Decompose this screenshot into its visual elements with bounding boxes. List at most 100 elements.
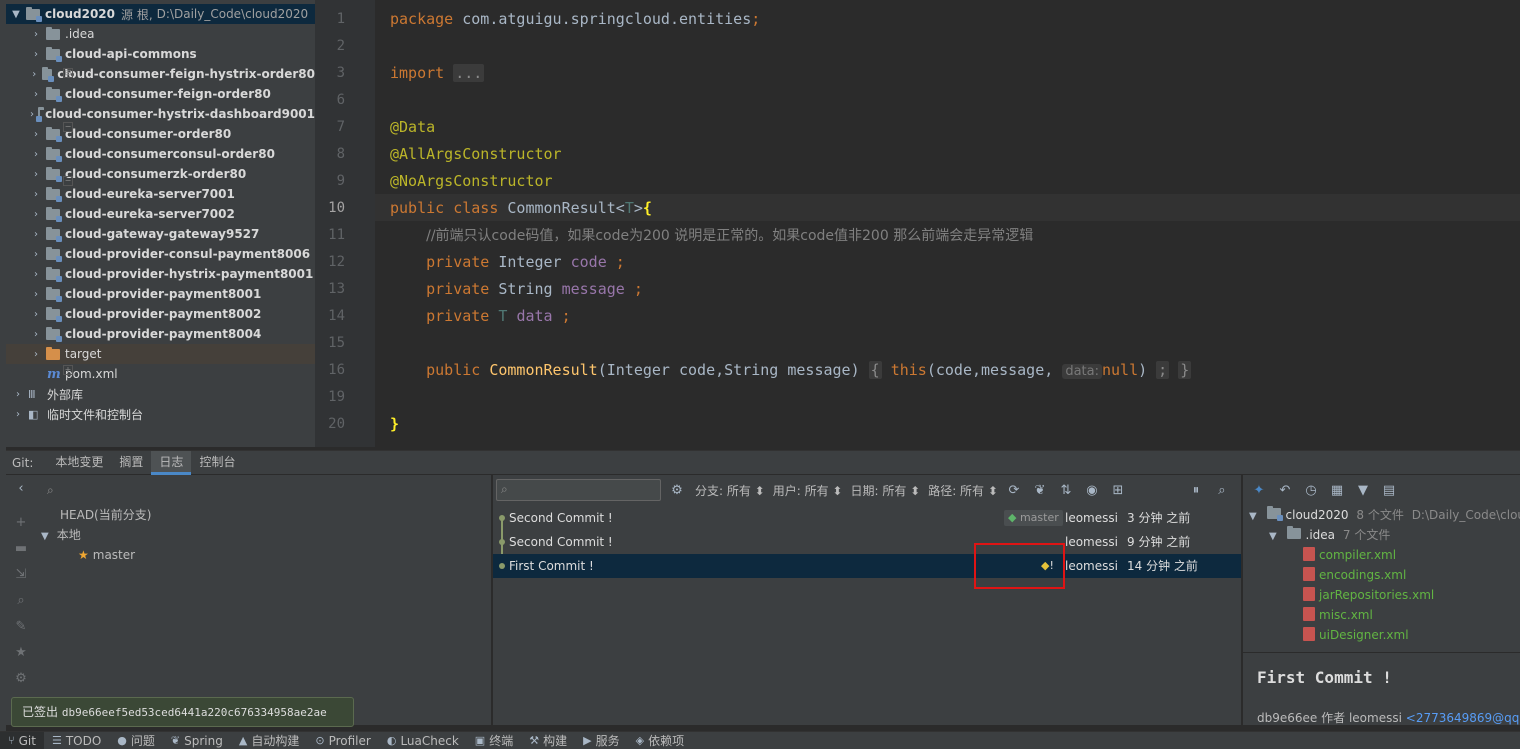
chevron-down-icon[interactable]: ▼ <box>41 531 49 542</box>
fetch-icon[interactable]: ⇲ <box>13 567 29 583</box>
tree-item-scratches[interactable]: › ◧ 临时文件和控制台 <box>6 404 315 424</box>
chevron-right-icon[interactable]: › <box>30 309 42 320</box>
tool-window-build[interactable]: ⚒ 构建 <box>521 732 575 749</box>
chevron-right-icon[interactable]: › <box>30 349 42 360</box>
tool-window-git[interactable]: ⑂ Git <box>0 731 44 749</box>
branch-master[interactable]: ★ master <box>78 545 135 565</box>
author-email-link[interactable]: <2773649869@qq. <box>1406 711 1520 725</box>
chevron-right-icon[interactable]: › <box>30 289 42 300</box>
tool-window-profiler[interactable]: ⊙ Profiler <box>307 732 378 749</box>
chevron-right-icon[interactable]: › <box>30 29 42 40</box>
changed-file[interactable]: encodings.xml <box>1303 565 1406 585</box>
code-line-ann-no[interactable]: @NoArgsConstructor <box>390 168 1510 195</box>
tree-item-module[interactable]: › cloud-consumerconsul-order80 <box>6 144 315 164</box>
tree-item-module[interactable]: › cloud-provider-hystrix-payment8001 <box>6 264 315 284</box>
filter-icon[interactable]: ▼ <box>1355 483 1371 498</box>
chevron-right-icon[interactable]: › <box>30 329 42 340</box>
refresh-icon[interactable]: ⟳ <box>1006 483 1022 498</box>
search-icon[interactable]: ⌕ <box>1214 483 1230 498</box>
details-idea[interactable]: ▼ .idea 7 个文件 <box>1269 525 1390 545</box>
folded-imports[interactable]: ... <box>453 64 485 82</box>
chevron-right-icon[interactable]: › <box>30 249 42 260</box>
chevron-right-icon[interactable]: › <box>30 189 42 200</box>
tool-window-problems[interactable]: ● 问题 <box>109 732 163 749</box>
chevron-right-icon[interactable]: › <box>30 109 34 120</box>
eye-icon[interactable]: ◉ <box>1084 483 1100 498</box>
tree-item-module[interactable]: › cloud-provider-payment8004 <box>6 324 315 344</box>
tool-window-luacheck[interactable]: ◐ LuaCheck <box>379 732 467 749</box>
code-line-constructor[interactable]: public CommonResult(Integer code,String … <box>390 357 1510 385</box>
details-root[interactable]: ▼ cloud2020 8 个文件 D:\Daily_Code\cloud <box>1249 505 1520 525</box>
filter-date[interactable]: 日期: 所有 ⬍ <box>850 482 920 499</box>
changed-file[interactable]: uiDesigner.xml <box>1303 625 1409 645</box>
chevron-down-icon[interactable]: ▼ <box>1249 511 1257 522</box>
chevron-right-icon[interactable]: › <box>12 409 24 420</box>
tool-window-services[interactable]: ▶ 服务 <box>575 732 627 749</box>
branch-head[interactable]: HEAD(当前分支) <box>60 505 151 525</box>
code-line-package[interactable]: package com.atguigu.springcloud.entities… <box>390 6 1510 33</box>
commit-row[interactable]: Second Commit ! ◆ master leomessi 3 分钟 之… <box>493 506 1241 530</box>
pause-icon[interactable]: ⏸ <box>1188 483 1204 498</box>
tree-item-target[interactable]: › target <box>6 344 315 364</box>
changed-file[interactable]: misc.xml <box>1303 605 1373 625</box>
undo-icon[interactable]: ↶ <box>1277 483 1293 498</box>
tree-item-module[interactable]: › cloud-consumer-feign-order80 <box>6 84 315 104</box>
chevron-right-icon[interactable]: › <box>30 149 42 160</box>
search-icon[interactable]: ⌕ <box>13 593 29 609</box>
tab-local-changes[interactable]: 本地变更 <box>47 451 111 475</box>
filter-branch[interactable]: 分支: 所有 ⬍ <box>695 482 765 499</box>
code-line-import[interactable]: import ... <box>390 60 1510 87</box>
tree-item-module[interactable]: › cloud-gateway-gateway9527 <box>6 224 315 244</box>
fold-toggle-icon[interactable]: − <box>63 122 73 132</box>
tool-window-terminal[interactable]: ▣ 终端 <box>467 732 521 749</box>
tree-item-module[interactable]: › cloud-provider-consul-payment8006 <box>6 244 315 264</box>
tree-item-module[interactable]: › cloud-provider-payment8001 <box>6 284 315 304</box>
tree-item-module[interactable]: › cloud-consumer-hystrix-dashboard9001 <box>6 104 315 124</box>
code-line-field-message[interactable]: private String message ; <box>390 276 1510 303</box>
chevron-right-icon[interactable]: › <box>30 129 42 140</box>
commit-row-selected[interactable]: First Commit ! ◆! leomessi 14 分钟 之前 <box>493 554 1241 578</box>
chevron-right-icon[interactable]: › <box>30 49 42 60</box>
group-icon[interactable]: ▦ <box>1329 483 1345 498</box>
tool-window-todo[interactable]: ☰ TODO <box>44 732 109 749</box>
code-line-comment[interactable]: //前端只认code码值，如果code为200 说明是正常的。如果code值非2… <box>390 222 1510 250</box>
delete-icon[interactable]: ▬ <box>13 541 29 557</box>
changed-file[interactable]: jarRepositories.xml <box>1303 585 1434 605</box>
chevron-right-icon[interactable]: › <box>30 269 42 280</box>
code-line-close[interactable]: } <box>390 411 1510 438</box>
tool-window-warning[interactable]: ▲ 自动构建 <box>231 732 307 749</box>
tree-item-module[interactable]: › cloud-eureka-server7002 <box>6 204 315 224</box>
checkout-notification[interactable]: 已签出 db9e66eef5ed53ced6441a220c676334958a… <box>11 697 354 727</box>
chevron-right-icon[interactable]: › <box>30 229 42 240</box>
chevron-right-icon[interactable]: › <box>12 389 24 400</box>
history-icon[interactable]: ◷ <box>1303 483 1319 498</box>
fold-toggle-icon[interactable]: − <box>63 176 73 186</box>
tab-log[interactable]: 日志 <box>151 450 192 475</box>
tab-console[interactable]: 控制台 <box>191 451 243 475</box>
code-editor[interactable]: package com.atguigu.springcloud.entities… <box>375 0 1520 447</box>
chevron-right-icon[interactable]: › <box>30 209 42 220</box>
code-line-class-decl[interactable]: public class CommonResult<T>{ <box>390 195 1510 222</box>
expand-icon[interactable]: ✦ <box>1251 483 1267 498</box>
tree-item-module[interactable]: › cloud-provider-payment8002 <box>6 304 315 324</box>
chevron-right-icon[interactable]: › <box>30 169 42 180</box>
fold-brace-close[interactable]: } <box>1178 361 1192 379</box>
tree-item-idea[interactable]: › .idea <box>6 24 315 44</box>
changed-file[interactable]: compiler.xml <box>1303 545 1396 565</box>
cherry-pick-icon[interactable]: ❦ <box>1032 483 1048 498</box>
settings-icon[interactable]: ⚙ <box>669 483 685 498</box>
code-line-ann-all[interactable]: @AllArgsConstructor <box>390 141 1510 168</box>
fold-toggle-icon[interactable]: ⊞ <box>63 68 73 78</box>
branch-group-local[interactable]: ▼ 本地 <box>41 525 81 545</box>
code-line-field-code[interactable]: private Integer code ; <box>390 249 1510 276</box>
tree-item-module[interactable]: › cloud-eureka-server7001 <box>6 184 315 204</box>
search-icon[interactable]: ⌕ <box>47 483 54 498</box>
tool-window-dependencies[interactable]: ◈ 依赖项 <box>628 732 692 749</box>
chevron-right-icon[interactable]: › <box>30 69 38 80</box>
log-search-input[interactable]: ⌕ <box>496 479 661 501</box>
filter-path[interactable]: 路径: 所有 ⬍ <box>928 482 998 499</box>
tree-item-external-libs[interactable]: › Ⅲ 外部库 <box>6 384 315 404</box>
collapse-left-icon[interactable]: ‹ <box>13 481 29 497</box>
tree-root-cloud2020[interactable]: ▼ cloud2020 源 根, D:\Daily_Code\cloud2020 <box>6 4 315 24</box>
layout-icon[interactable]: ▤ <box>1381 483 1397 498</box>
